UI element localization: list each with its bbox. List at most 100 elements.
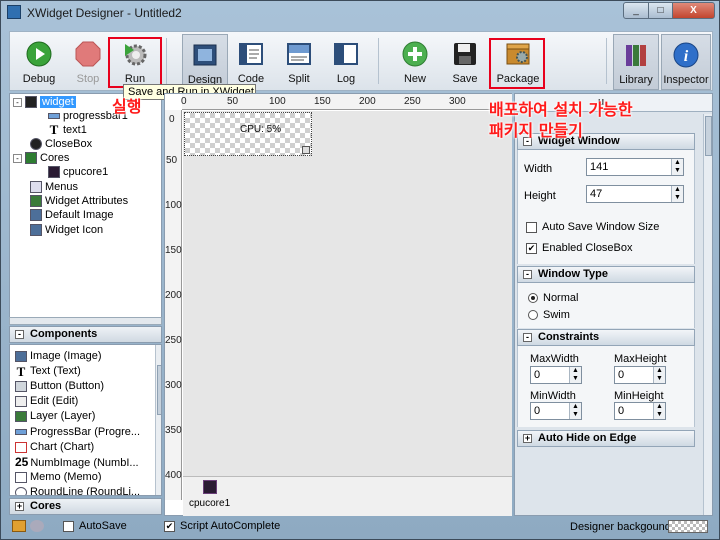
component-roundline[interactable]: RoundLine (RoundLi...	[15, 485, 140, 495]
component-memo[interactable]: Memo (Memo)	[15, 470, 102, 485]
auto-save-size-checkbox[interactable]: Auto Save Window Size	[526, 221, 659, 233]
component-progressbar[interactable]: ProgressBar (Progre...	[15, 425, 140, 440]
collapse-icon[interactable]: -	[523, 270, 532, 279]
checkbox-box[interactable]	[63, 520, 74, 532]
components-header[interactable]: - Components	[9, 326, 162, 343]
code-button[interactable]: Code	[228, 34, 274, 90]
library-button[interactable]: Library	[613, 34, 659, 90]
minimize-button[interactable]: _	[623, 2, 649, 19]
component-label: Layer (Layer)	[30, 410, 96, 422]
ruler-label: 300	[165, 380, 182, 391]
component-button[interactable]: Button (Button)	[15, 379, 104, 394]
tree-item-widget-icon[interactable]: Widget Icon	[30, 223, 103, 237]
scrollbar-thumb[interactable]	[157, 365, 161, 415]
section-title: Auto Hide on Edge	[538, 432, 637, 444]
component-edit[interactable]: Edit (Edit)	[15, 394, 78, 409]
normal-radio[interactable]: Normal	[528, 292, 578, 304]
tree-item-widget-attributes[interactable]: Widget Attributes	[30, 194, 128, 208]
tree-item-cores[interactable]: - Cores	[13, 151, 69, 165]
debug-button[interactable]: Debug	[16, 34, 62, 90]
log-button[interactable]: Log	[323, 34, 369, 90]
close-button[interactable]: X	[672, 2, 715, 19]
min-height-field[interactable]: 0 ▲ ▼	[614, 402, 666, 420]
split-label: Split	[288, 73, 310, 85]
checkmark-icon[interactable]: ✔	[526, 242, 537, 254]
section-auto-hide[interactable]: + Auto Hide on Edge	[517, 430, 695, 447]
cpu-text[interactable]: CPU: 5%	[240, 124, 281, 135]
ruler-label: 400	[165, 470, 182, 481]
tree-item-default-image[interactable]: Default Image	[30, 208, 113, 222]
scrollbar-thumb[interactable]	[705, 116, 712, 156]
autosave-checkbox[interactable]: AutoSave	[63, 520, 127, 532]
collapse-icon[interactable]: -	[15, 330, 24, 339]
maximize-button[interactable]: □	[648, 2, 673, 19]
component-chart[interactable]: Chart (Chart)	[15, 440, 94, 455]
cores-header[interactable]: + Cores	[9, 498, 162, 515]
script-autocomplete-checkbox[interactable]: ✔ Script AutoComplete	[164, 520, 280, 532]
widget-preview[interactable]: CPU: 5%	[184, 112, 312, 156]
expand-icon[interactable]: +	[523, 434, 532, 443]
background-swatch[interactable]	[668, 520, 708, 533]
enabled-closebox-checkbox[interactable]: ✔ Enabled CloseBox	[526, 242, 633, 254]
component-image[interactable]: Image (Image)	[15, 349, 102, 364]
tree-item-widget[interactable]: - widget	[13, 95, 76, 109]
expand-icon[interactable]: +	[15, 502, 24, 511]
spin-arrows-icon[interactable]: ▲ ▼	[653, 403, 665, 419]
button-icon	[15, 380, 27, 392]
tree-item-label: Menus	[45, 181, 79, 193]
max-width-field[interactable]: 0 ▲ ▼	[530, 366, 582, 384]
inspector-button[interactable]: i Inspector	[661, 34, 711, 90]
ruler-label: 300	[449, 96, 466, 107]
tree-item-closebox[interactable]: CloseBox	[30, 137, 92, 151]
toolbar-separator	[378, 38, 379, 84]
spin-arrows-icon[interactable]: ▲ ▼	[569, 367, 581, 383]
app-window: XWidget Designer - Untitled2 _ □ X Debug…	[0, 0, 720, 540]
collapse-icon[interactable]: -	[523, 333, 532, 342]
collapse-icon[interactable]: -	[13, 153, 22, 163]
component-text[interactable]: T Text (Text)	[15, 364, 81, 379]
swim-radio[interactable]: Swim	[528, 309, 570, 321]
spin-arrows-icon[interactable]: ▲ ▼	[671, 159, 683, 175]
tree-scrollbar[interactable]	[9, 317, 162, 325]
min-width-field[interactable]: 0 ▲ ▼	[530, 402, 582, 420]
inspector-panel: u - Widget Window Width 141 ▲ ▼ Height 47 ▲ ▼…	[514, 93, 713, 516]
stop-button[interactable]: Stop	[65, 34, 111, 90]
tree-item-menus[interactable]: Menus	[30, 180, 78, 194]
horizontal-ruler: 0 50 100 150 200 250 300	[181, 94, 512, 110]
radio-icon[interactable]	[528, 310, 538, 321]
component-numbimage[interactable]: 25 NumbImage (NumbI...	[15, 455, 139, 470]
max-height-field[interactable]: 0 ▲ ▼	[614, 366, 666, 384]
folder-icon[interactable]	[12, 520, 26, 532]
checkmark-icon[interactable]: ✔	[164, 520, 175, 532]
cpucore-icon[interactable]	[203, 480, 217, 494]
save-button[interactable]: Save	[442, 34, 488, 90]
spin-arrows-icon[interactable]: ▲ ▼	[653, 367, 665, 383]
design-surface[interactable]: CPU: 5%	[183, 111, 512, 476]
section-constraints[interactable]: - Constraints	[517, 329, 695, 346]
tray-item-label: cpucore1	[189, 498, 231, 509]
tree-item-text1[interactable]: Ttext1	[48, 123, 87, 137]
components-scrollbar[interactable]	[155, 345, 161, 495]
split-button[interactable]: Split	[276, 34, 322, 90]
cpucore-icon	[48, 166, 60, 179]
section-window-type[interactable]: - Window Type	[517, 266, 695, 283]
width-field[interactable]: 141 ▲ ▼	[586, 158, 684, 176]
tree-item-cpucore1[interactable]: cpucore1	[48, 165, 108, 179]
inspector-scrollbar[interactable]	[703, 114, 712, 515]
checkbox-box[interactable]	[526, 221, 537, 233]
component-layer[interactable]: Layer (Layer)	[15, 409, 95, 424]
height-value: 47	[590, 188, 603, 200]
section-title: Constraints	[538, 331, 600, 343]
spin-arrows-icon[interactable]: ▲ ▼	[671, 186, 683, 202]
design-button[interactable]: Design	[182, 34, 228, 90]
height-field[interactable]: 47 ▲ ▼	[586, 185, 684, 203]
gear-icon[interactable]	[30, 520, 44, 532]
collapse-icon[interactable]: -	[13, 97, 22, 107]
resize-handle[interactable]	[302, 146, 310, 154]
radio-selected-icon[interactable]	[528, 293, 538, 304]
spin-arrows-icon[interactable]: ▲ ▼	[569, 403, 581, 419]
text-t-icon: T	[16, 363, 26, 379]
cores-title: Cores	[30, 500, 62, 512]
new-button[interactable]: New	[392, 34, 438, 90]
title-bar[interactable]: XWidget Designer - Untitled2 _ □ X	[1, 1, 719, 23]
